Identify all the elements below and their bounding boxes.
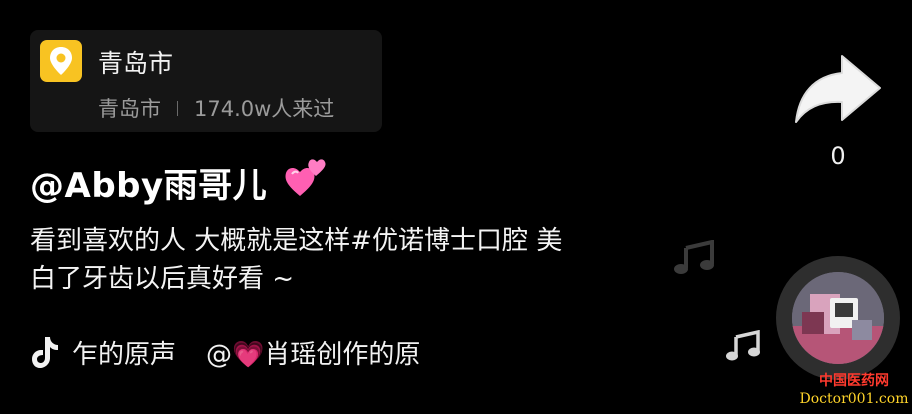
music-disc[interactable] — [776, 256, 900, 380]
floating-note-icon — [726, 330, 760, 361]
video-caption[interactable]: 看到喜欢的人 大概就是这样#优诺博士口腔 美 白了牙齿以后真好看 ~ — [30, 222, 690, 298]
caption-line-2: 白了牙齿以后真好看 ~ — [30, 264, 295, 294]
music-text-2: @💗肖瑶创作的原 — [206, 339, 421, 370]
watermark: 中国医药网 Doctor001.com — [796, 372, 912, 408]
author-handle[interactable]: @Abby雨哥儿 — [30, 158, 267, 207]
two-hearts-icon — [285, 159, 326, 196]
music-text-1: 乍的原声 — [72, 339, 177, 370]
floating-note-icon — [674, 240, 714, 274]
location-visits: 174.0w人来过 — [194, 97, 335, 121]
share-arrow-icon — [795, 55, 881, 123]
location-card[interactable]: 青岛市 青岛市 174.0w人来过 — [30, 30, 382, 132]
location-pin-icon — [40, 40, 82, 82]
watermark-cn: 中国医药网 — [819, 373, 889, 389]
tiktok-note-icon — [32, 337, 58, 368]
share-button[interactable]: 0 — [790, 50, 890, 182]
divider — [177, 100, 178, 116]
caption-line-1: 看到喜欢的人 大概就是这样#优诺博士口腔 美 — [30, 226, 563, 256]
share-count: 0 — [830, 142, 846, 170]
location-subtitle: 青岛市 174.0w人来过 — [98, 93, 334, 123]
location-title: 青岛市 — [98, 49, 174, 78]
music-disc-avatar — [792, 272, 884, 364]
music-marquee[interactable]: 乍的原声 @💗肖瑶创作的原 — [30, 332, 510, 372]
location-city: 青岛市 — [98, 97, 161, 121]
watermark-en: Doctor001.com — [799, 391, 909, 407]
